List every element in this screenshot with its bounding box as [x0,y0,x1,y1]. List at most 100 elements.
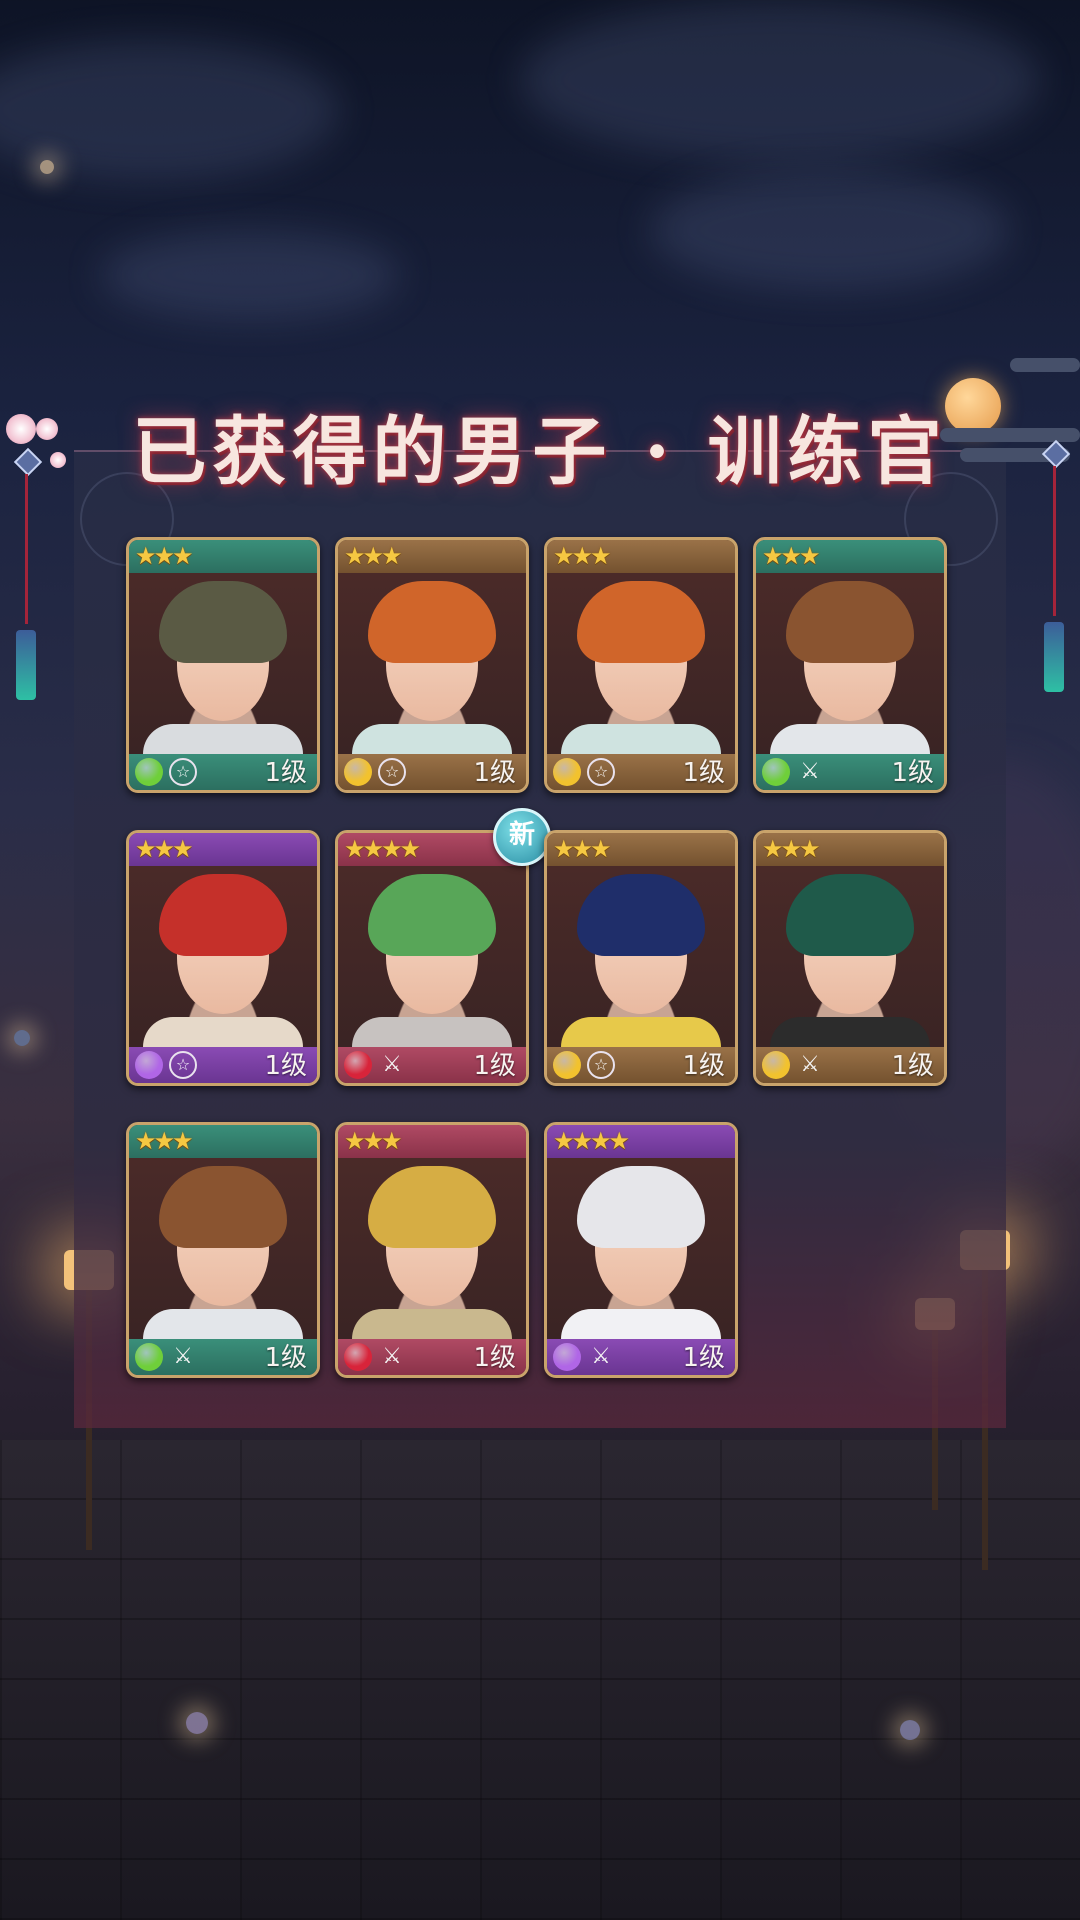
gem-element-icon [762,1051,790,1079]
character-outfit [352,724,512,754]
character-outfit [352,1309,512,1339]
swords-class-icon: ⚔ [173,1344,193,1369]
card-footer: ⚔ 1级 [338,1339,526,1375]
trainer-card[interactable]: ★★★ ☆ 1级 [544,830,738,1086]
swords-class-icon: ⚔ [591,1344,611,1369]
character-portrait [129,573,317,754]
firefly [186,1712,208,1734]
character-hair [786,874,914,956]
swords-class-icon: ⚔ [800,1052,820,1077]
tassel-knot [13,447,43,477]
leaf-element-icon [135,758,163,786]
title-banner: 已获得的男子 · 训练官 [70,396,1010,495]
card-footer: ☆ 1级 [129,754,317,790]
level-label: 1级 [264,758,307,788]
crystal-element-icon [553,1343,581,1371]
pentagram-class-icon: ☆ [587,758,615,786]
character-hair [368,581,496,663]
character-portrait [547,1158,735,1339]
rarity-stars: ★★★ [135,835,194,863]
card-footer: ⚔ 1级 [756,754,944,790]
character-hair [577,1166,705,1248]
tassel-cord [25,474,28,624]
card-header: ★★★ [129,833,317,866]
trainer-card[interactable]: ★★★ ☆ 1级 [126,537,320,793]
level-label: 1级 [473,758,516,788]
level-label: 1级 [682,1343,725,1373]
character-portrait [547,866,735,1047]
card-footer: ☆ 1级 [338,754,526,790]
character-hair [577,874,705,956]
card-footer: ⚔ 1级 [338,1047,526,1083]
cherry-blossom [36,418,58,440]
trainer-card[interactable]: ★★★ ☆ 1级 [126,830,320,1086]
character-hair [368,874,496,956]
character-outfit [143,1017,303,1047]
pentagram-class-icon: ☆ [587,1051,615,1079]
card-footer: ☆ 1级 [547,754,735,790]
character-outfit [352,1017,512,1047]
card-footer: ⚔ 1级 [547,1339,735,1375]
trainer-card[interactable]: ★★★ ☆ 1级 [335,537,529,793]
character-hair [159,1166,287,1248]
rarity-stars: ★★★ [762,542,821,570]
gem-element-icon [344,758,372,786]
trainer-card[interactable]: ★★★★ ⚔ 1级 [335,830,529,1086]
level-label: 1级 [264,1051,307,1081]
trainer-card[interactable]: ★★★ ⚔ 1级 [126,1122,320,1378]
rarity-stars: ★★★★ [344,835,421,863]
firefly [900,1720,920,1740]
character-portrait [756,573,944,754]
rarity-stars: ★★★ [135,1127,194,1155]
character-outfit [561,1309,721,1339]
card-header: ★★★ [547,540,735,573]
tassel-knot [1041,439,1071,469]
character-hair [577,581,705,663]
character-portrait [338,1158,526,1339]
new-badge: 新 [493,808,551,866]
card-header: ★★★ [338,540,526,573]
character-hair [159,874,287,956]
card-footer: ☆ 1级 [129,1047,317,1083]
trainer-card[interactable]: ★★★ ⚔ 1级 [753,537,947,793]
rarity-stars: ★★★ [135,542,194,570]
flame-element-icon [344,1343,372,1371]
trainer-card[interactable]: ★★★★ ⚔ 1级 [544,1122,738,1378]
character-portrait [756,866,944,1047]
level-label: 1级 [473,1343,516,1373]
card-header: ★★★ [129,1125,317,1158]
swords-class-icon: ⚔ [800,759,820,784]
page-title: 已获得的男子 · 训练官 [132,408,948,495]
character-outfit [143,1309,303,1339]
character-portrait [129,1158,317,1339]
leaf-element-icon [762,758,790,786]
card-header: ★★★ [129,540,317,573]
cherry-blossom [50,452,66,468]
character-hair [786,581,914,663]
level-label: 1级 [891,758,934,788]
card-footer: ⚔ 1级 [129,1339,317,1375]
character-hair [159,581,287,663]
rarity-stars: ★★★ [553,835,612,863]
flame-element-icon [344,1051,372,1079]
trainer-card[interactable]: ★★★ ⚔ 1级 [753,830,947,1086]
card-header: ★★★ [547,833,735,866]
trainer-card[interactable]: ★★★ ☆ 1级 [544,537,738,793]
character-outfit [770,1017,930,1047]
character-portrait [129,866,317,1047]
swords-class-icon: ⚔ [382,1344,402,1369]
pentagram-class-icon: ☆ [169,1051,197,1079]
cherry-blossom [6,414,36,444]
gem-element-icon [553,758,581,786]
card-header: ★★★ [756,540,944,573]
cloud-ornament [1010,358,1080,372]
level-label: 1级 [891,1051,934,1081]
crystal-element-icon [135,1051,163,1079]
tassel-cord [1053,466,1056,616]
tassel-end [16,630,36,700]
rarity-stars: ★★★ [344,1127,403,1155]
trainer-card[interactable]: ★★★ ⚔ 1级 [335,1122,529,1378]
firefly [14,1030,30,1046]
character-portrait [338,866,526,1047]
level-label: 1级 [264,1343,307,1373]
